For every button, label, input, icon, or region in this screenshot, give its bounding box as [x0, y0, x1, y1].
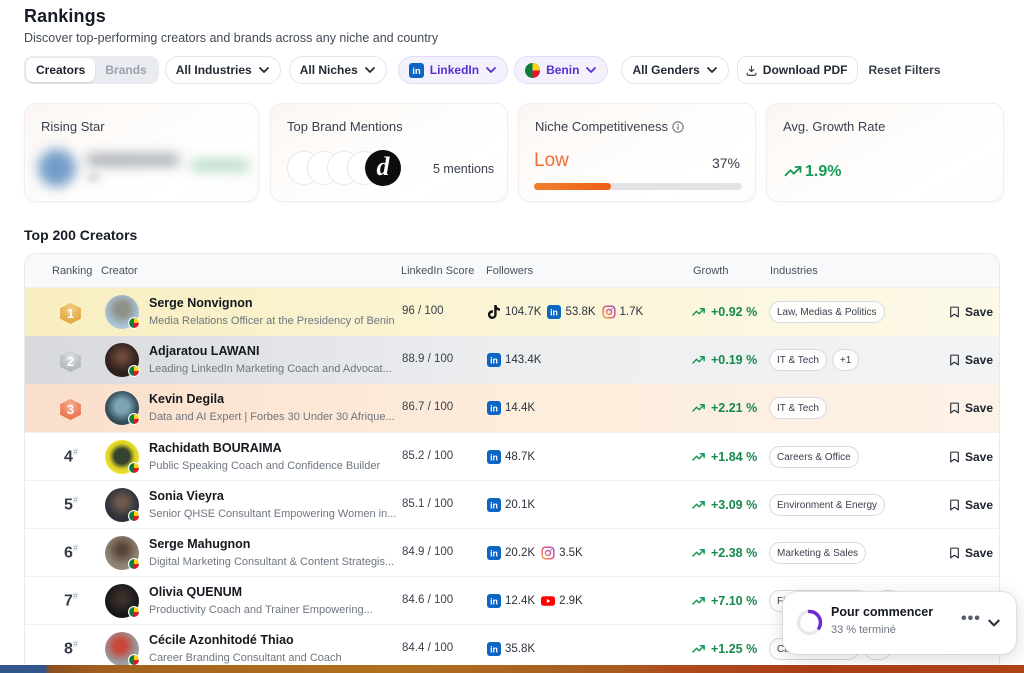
svg-text:in: in [412, 66, 421, 77]
